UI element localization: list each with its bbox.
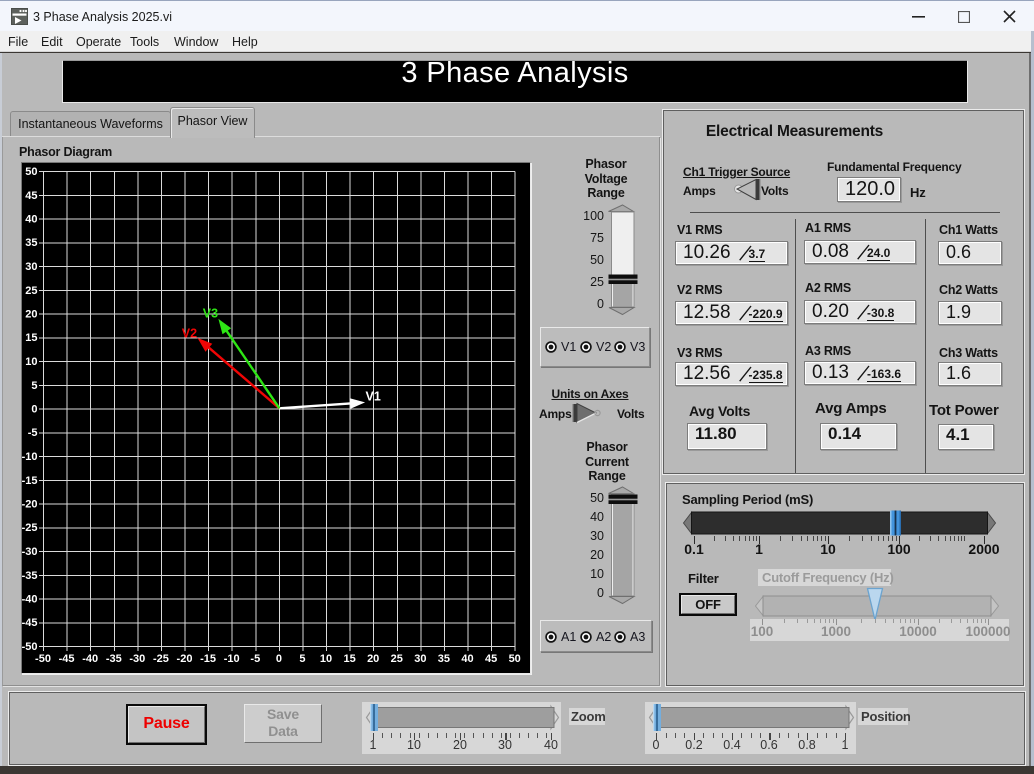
svg-text:-35: -35 <box>22 570 38 582</box>
svg-text:5: 5 <box>299 653 305 665</box>
svg-text:0: 0 <box>31 404 37 416</box>
svg-text:-5: -5 <box>250 653 260 665</box>
svg-text:V2: V2 <box>182 326 197 340</box>
svg-text:-40: -40 <box>82 653 98 665</box>
svg-text:-15: -15 <box>22 475 38 487</box>
svg-text:-15: -15 <box>200 653 216 665</box>
svg-text:35: 35 <box>25 237 37 249</box>
svg-text:-10: -10 <box>22 451 38 463</box>
svg-text:-20: -20 <box>177 653 193 665</box>
svg-text:30: 30 <box>414 653 426 665</box>
svg-text:0: 0 <box>276 653 282 665</box>
svg-text:15: 15 <box>25 332 37 344</box>
svg-text:20: 20 <box>25 309 37 321</box>
svg-text:-50: -50 <box>22 641 38 653</box>
svg-text:25: 25 <box>391 653 403 665</box>
svg-text:20: 20 <box>367 653 379 665</box>
svg-text:35: 35 <box>438 653 450 665</box>
svg-text:15: 15 <box>343 653 355 665</box>
svg-text:-5: -5 <box>28 427 38 439</box>
svg-text:40: 40 <box>25 214 37 226</box>
svg-text:-35: -35 <box>106 653 122 665</box>
svg-text:-30: -30 <box>129 653 145 665</box>
svg-text:-20: -20 <box>22 499 38 511</box>
svg-text:-50: -50 <box>35 653 51 665</box>
svg-text:-30: -30 <box>22 546 38 558</box>
svg-text:50: 50 <box>25 166 37 178</box>
svg-text:-40: -40 <box>22 594 38 606</box>
svg-text:-10: -10 <box>224 653 240 665</box>
svg-text:45: 45 <box>485 653 497 665</box>
svg-text:30: 30 <box>25 261 37 273</box>
svg-text:5: 5 <box>31 380 37 392</box>
svg-text:-45: -45 <box>22 617 38 629</box>
svg-text:25: 25 <box>25 285 37 297</box>
svg-text:V3: V3 <box>203 306 218 320</box>
svg-text:40: 40 <box>461 653 473 665</box>
svg-text:50: 50 <box>509 653 521 665</box>
svg-text:10: 10 <box>25 356 37 368</box>
svg-text:-25: -25 <box>22 522 38 534</box>
svg-text:45: 45 <box>25 190 37 202</box>
svg-text:-45: -45 <box>59 653 75 665</box>
svg-text:10: 10 <box>320 653 332 665</box>
svg-text:V1: V1 <box>366 390 381 404</box>
svg-text:-25: -25 <box>153 653 169 665</box>
